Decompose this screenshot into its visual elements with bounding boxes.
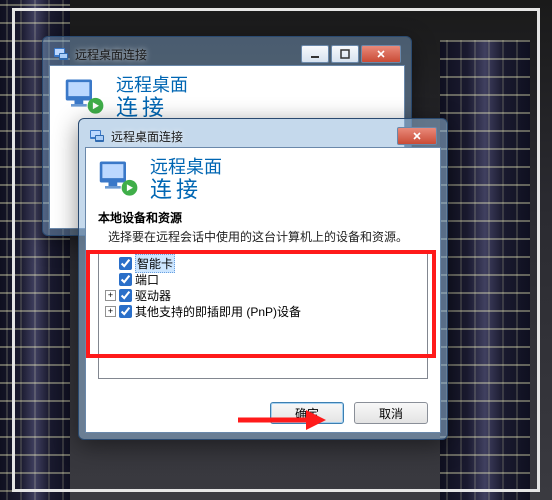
checkbox-ports[interactable] (119, 273, 132, 286)
rdp-app-icon (64, 76, 106, 118)
cancel-button[interactable]: 取消 (354, 402, 428, 424)
expand-pnp-icon[interactable]: + (105, 306, 116, 317)
rdp-app-icon (98, 158, 140, 200)
minimize-button[interactable] (301, 45, 329, 63)
dialog-button-bar: 确定 取消 (98, 394, 428, 424)
main-window-titlebar[interactable]: 远程桌面连接 (49, 43, 405, 65)
dialog-heading: 远程桌面 (150, 158, 222, 178)
checkbox-pnp[interactable] (119, 305, 132, 318)
section-label: 本地设备和资源 (98, 209, 428, 226)
expand-drives-icon[interactable]: + (105, 290, 116, 301)
dialog-close-button[interactable] (397, 127, 437, 145)
rdp-icon (53, 46, 69, 62)
app-heading: 远程桌面 (116, 76, 188, 96)
tree-item-ports[interactable]: 端口 (105, 272, 421, 288)
tree-item-smartcard[interactable]: 智能卡 (105, 256, 421, 272)
label-ports: 端口 (135, 271, 159, 288)
rdp-resources-dialog: 远程桌面连接 远程桌面 连接 本地设备和资源 选择要在远程会话中使用的这台计算机… (78, 118, 448, 440)
resources-tree[interactable]: 智能卡 端口 + 驱动器 + 其他支持的即插即用 (PnP)设备 (98, 251, 428, 379)
tree-item-drives[interactable]: + 驱动器 (105, 288, 421, 304)
rdp-icon (89, 128, 105, 144)
ok-button[interactable]: 确定 (270, 402, 344, 424)
dialog-titlebar[interactable]: 远程桌面连接 (85, 125, 441, 147)
dialog-client: 远程桌面 连接 本地设备和资源 选择要在远程会话中使用的这台计算机上的设备和资源… (85, 147, 441, 433)
label-pnp: 其他支持的即插即用 (PnP)设备 (135, 303, 301, 320)
maximize-button[interactable] (331, 45, 359, 63)
dialog-subheading: 连接 (150, 178, 222, 201)
dialog-title: 远程桌面连接 (111, 128, 397, 145)
app-subheading: 连接 (116, 96, 188, 119)
checkbox-smartcard[interactable] (119, 257, 132, 270)
label-drives: 驱动器 (135, 287, 171, 304)
close-button[interactable] (361, 45, 401, 63)
checkbox-drives[interactable] (119, 289, 132, 302)
tree-item-pnp[interactable]: + 其他支持的即插即用 (PnP)设备 (105, 304, 421, 320)
main-window-title: 远程桌面连接 (75, 46, 301, 63)
section-description: 选择要在远程会话中使用的这台计算机上的设备和资源。 (108, 228, 428, 245)
